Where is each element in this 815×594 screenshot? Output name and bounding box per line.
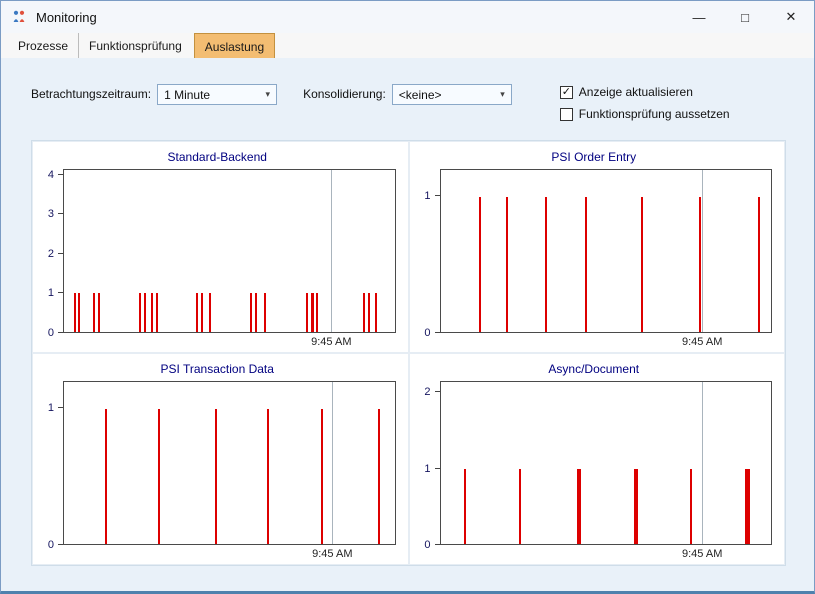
x-axis: 9:45 AM bbox=[440, 545, 773, 562]
chart-psi-order-entry: PSI Order Entry 01 9:45 AM bbox=[409, 141, 786, 353]
chart-title: Standard-Backend bbox=[39, 150, 396, 164]
suspend-checkbox[interactable]: Funktionsprüfung aussetzen bbox=[560, 106, 730, 122]
y-axis: 01 bbox=[416, 169, 440, 333]
chart-title: Async/Document bbox=[416, 362, 773, 376]
checkbox-checked-icon: ✓ bbox=[560, 86, 573, 99]
chart-async-document: Async/Document 012 9:45 AM bbox=[409, 353, 786, 565]
plot-area bbox=[63, 169, 396, 333]
y-axis: 01 bbox=[39, 381, 63, 545]
chevron-down-icon: ▾ bbox=[266, 89, 271, 100]
consolidation-value: <keine> bbox=[399, 88, 442, 102]
suspend-checkbox-label: Funktionsprüfung aussetzen bbox=[579, 107, 730, 121]
consolidation-select[interactable]: <keine> ▾ bbox=[392, 84, 512, 105]
x-axis: 9:45 AM bbox=[63, 333, 396, 350]
time-label: 9:45 AM bbox=[682, 548, 722, 560]
tab-auslastung[interactable]: Auslastung bbox=[194, 33, 275, 58]
period-select[interactable]: 1 Minute ▾ bbox=[157, 84, 277, 105]
minimize-icon[interactable]: — bbox=[676, 1, 722, 33]
checkbox-unchecked-icon bbox=[560, 108, 573, 121]
checkbox-group: ✓ Anzeige aktualisieren Funktionsprüfung… bbox=[560, 84, 730, 122]
chevron-down-icon: ▾ bbox=[500, 89, 505, 100]
y-axis: 01234 bbox=[39, 169, 63, 333]
refresh-checkbox[interactable]: ✓ Anzeige aktualisieren bbox=[560, 84, 730, 100]
titlebar: Monitoring — □ ✕ bbox=[1, 1, 814, 33]
plot-area bbox=[440, 169, 773, 333]
time-label: 9:45 AM bbox=[682, 336, 722, 348]
x-axis: 9:45 AM bbox=[63, 545, 396, 562]
plot-area bbox=[440, 381, 773, 545]
close-icon[interactable]: ✕ bbox=[768, 1, 814, 33]
tab-funktionspruefung[interactable]: Funktionsprüfung bbox=[79, 33, 192, 58]
tab-bar: Prozesse Funktionsprüfung Auslastung bbox=[1, 33, 814, 58]
auslastung-panel: Betrachtungszeitraum: 1 Minute ▾ Konsoli… bbox=[1, 58, 814, 591]
chart-psi-transaction-data: PSI Transaction Data 01 9:45 AM bbox=[32, 353, 409, 565]
chart-title: PSI Transaction Data bbox=[39, 362, 396, 376]
consolidation-label: Konsolidierung: bbox=[303, 84, 386, 105]
window-controls: — □ ✕ bbox=[676, 1, 814, 33]
app-icon bbox=[11, 9, 27, 25]
y-axis: 012 bbox=[416, 381, 440, 545]
charts-grid: Standard-Backend 01234 9:45 AM PSI Order… bbox=[31, 140, 786, 566]
chart-title: PSI Order Entry bbox=[416, 150, 773, 164]
time-label: 9:45 AM bbox=[312, 548, 352, 560]
period-value: 1 Minute bbox=[164, 88, 210, 102]
x-axis: 9:45 AM bbox=[440, 333, 773, 350]
monitoring-window: Monitoring — □ ✕ Prozesse Funktionsprüfu… bbox=[0, 0, 815, 594]
plot-area bbox=[63, 381, 396, 545]
refresh-checkbox-label: Anzeige aktualisieren bbox=[579, 85, 693, 99]
controls-row: Betrachtungszeitraum: 1 Minute ▾ Konsoli… bbox=[31, 84, 786, 122]
chart-standard-backend: Standard-Backend 01234 9:45 AM bbox=[32, 141, 409, 353]
period-label: Betrachtungszeitraum: bbox=[31, 84, 151, 105]
time-label: 9:45 AM bbox=[311, 336, 351, 348]
tab-prozesse[interactable]: Prozesse bbox=[8, 33, 79, 58]
window-title: Monitoring bbox=[36, 10, 97, 25]
maximize-icon[interactable]: □ bbox=[722, 1, 768, 33]
